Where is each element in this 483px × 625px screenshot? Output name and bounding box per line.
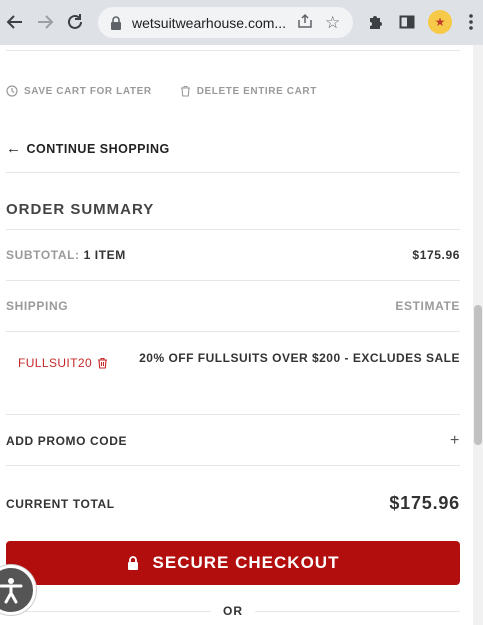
secure-checkout-label: SECURE CHECKOUT bbox=[152, 553, 340, 572]
profile-avatar[interactable]: ★ bbox=[428, 10, 452, 34]
current-total-value: $175.96 bbox=[389, 493, 460, 513]
extensions-puzzle-icon[interactable] bbox=[362, 9, 388, 35]
shipping-estimate-link[interactable]: ESTIMATE bbox=[395, 299, 460, 313]
share-icon[interactable] bbox=[297, 13, 315, 32]
save-cart-label: SAVE CART FOR LATER bbox=[24, 85, 152, 97]
subtotal-value: $175.96 bbox=[412, 248, 460, 262]
divider bbox=[6, 331, 460, 332]
or-label: OR bbox=[223, 604, 243, 618]
current-total-label: CURRENT TOTAL bbox=[6, 496, 115, 511]
reload-icon[interactable] bbox=[62, 9, 88, 35]
continue-shopping-label: CONTINUE SHOPPING bbox=[26, 141, 170, 156]
secure-checkout-button[interactable]: SECURE CHECKOUT bbox=[6, 541, 460, 585]
bookmark-star-icon[interactable]: ☆ bbox=[325, 13, 343, 33]
divider bbox=[6, 50, 460, 51]
scrollbar-thumb[interactable] bbox=[474, 305, 482, 445]
subtotal-row: SUBTOTAL: 1 ITEM $175.96 bbox=[6, 248, 460, 262]
trash-icon bbox=[180, 85, 190, 97]
divider bbox=[6, 414, 460, 415]
divider bbox=[6, 280, 460, 281]
url-text: wetsuitwearhouse.com... bbox=[132, 14, 287, 31]
divider bbox=[6, 229, 460, 230]
clock-icon bbox=[6, 85, 18, 97]
add-promo-label: ADD PROMO CODE bbox=[6, 434, 128, 448]
more-menu-icon[interactable] bbox=[458, 9, 483, 35]
divider bbox=[6, 465, 460, 466]
back-arrow-icon[interactable] bbox=[2, 9, 28, 35]
accessibility-icon bbox=[0, 578, 23, 604]
subtotal-label: SUBTOTAL: 1 ITEM bbox=[6, 248, 126, 262]
add-promo-code-toggle[interactable]: ADD PROMO CODE + bbox=[6, 432, 460, 450]
delete-cart-button[interactable]: DELETE ENTIRE CART bbox=[180, 85, 317, 97]
side-panel-icon[interactable] bbox=[394, 9, 420, 35]
browser-toolbar: wetsuitwearhouse.com... ☆ ★ bbox=[0, 0, 483, 45]
shipping-label: SHIPPING bbox=[6, 299, 69, 313]
shipping-row: SHIPPING ESTIMATE bbox=[6, 299, 460, 313]
promo-description: 20% OFF FULLSUITS OVER $200 - EXCLUDES S… bbox=[139, 351, 460, 365]
address-bar[interactable]: wetsuitwearhouse.com... ☆ bbox=[98, 7, 353, 38]
or-separator: OR bbox=[6, 601, 460, 621]
delete-cart-label: DELETE ENTIRE CART bbox=[196, 85, 317, 97]
lock-icon bbox=[110, 15, 124, 30]
order-summary-title: ORDER SUMMARY bbox=[6, 201, 155, 218]
left-arrow-icon: ← bbox=[6, 140, 22, 157]
promo-code-label: FULLSUIT20 bbox=[18, 356, 93, 370]
continue-shopping-link[interactable]: ← CONTINUE SHOPPING bbox=[6, 140, 460, 157]
cart-page: SAVE CART FOR LATER DELETE ENTIRE CART ←… bbox=[0, 45, 473, 625]
remove-promo-trash-icon[interactable] bbox=[97, 357, 108, 369]
applied-promo-row: FULLSUIT20 20% OFF FULLSUITS OVER $200 -… bbox=[6, 348, 460, 378]
promo-code: FULLSUIT20 bbox=[18, 356, 108, 370]
current-total-row: CURRENT TOTAL $175.96 bbox=[6, 493, 460, 514]
divider bbox=[6, 172, 460, 173]
subtotal-count: 1 ITEM bbox=[83, 248, 126, 262]
plus-icon: + bbox=[450, 432, 460, 449]
cart-actions: SAVE CART FOR LATER DELETE ENTIRE CART bbox=[6, 82, 460, 100]
save-cart-button[interactable]: SAVE CART FOR LATER bbox=[6, 85, 152, 97]
lock-icon bbox=[127, 556, 138, 570]
forward-arrow-icon[interactable] bbox=[32, 9, 58, 35]
